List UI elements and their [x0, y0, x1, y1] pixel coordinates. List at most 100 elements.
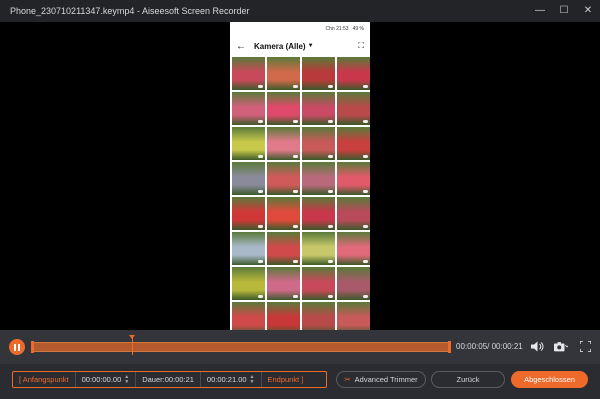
cloud-icon	[363, 85, 368, 88]
photo-thumbnail	[232, 232, 265, 265]
pause-button[interactable]	[9, 339, 25, 355]
cloud-icon	[328, 260, 333, 263]
timecode: 00:00:05/ 00:00:21	[456, 342, 523, 351]
cloud-icon	[328, 225, 333, 228]
trim-track[interactable]	[31, 341, 451, 353]
cloud-icon	[293, 85, 298, 88]
duration-field: Dauer:00:00:21	[136, 372, 201, 387]
cloud-icon	[363, 120, 368, 123]
cloud-icon	[328, 190, 333, 193]
minimize-icon[interactable]: —	[534, 4, 546, 16]
expand-icon: ⛶	[358, 41, 364, 50]
photo-thumbnail	[267, 162, 300, 195]
window-controls: — ☐ ✕	[534, 4, 594, 16]
trim-start-handle[interactable]	[31, 341, 34, 353]
trim-controls: [ Anfangspunkt 00:00:00.00 ▲ ▼ Dauer:00:0…	[0, 364, 600, 399]
end-time-field[interactable]: 00:00:21.00 ▲ ▼	[201, 372, 262, 387]
photo-thumbnail	[337, 232, 370, 265]
cloud-icon	[293, 155, 298, 158]
photo-grid	[230, 57, 370, 330]
dropdown-caret-icon: ▼	[307, 43, 314, 49]
photo-thumbnail	[232, 302, 265, 330]
back-button[interactable]: Zurück	[431, 371, 505, 388]
cloud-icon	[363, 260, 368, 263]
cloud-icon	[293, 225, 298, 228]
photo-thumbnail	[232, 267, 265, 300]
cloud-icon	[258, 190, 263, 193]
photo-thumbnail	[337, 302, 370, 330]
photo-thumbnail	[302, 267, 335, 300]
window-title: Phone_230710211347.keymp4 - Aiseesoft Sc…	[10, 6, 250, 16]
photo-thumbnail	[302, 57, 335, 90]
cloud-icon	[363, 190, 368, 193]
cloud-icon	[363, 155, 368, 158]
phone-screen: Chn 21:53 49 % ← Kamera (Alle) ▼ ⛶	[230, 22, 370, 330]
volume-icon[interactable]	[530, 339, 544, 353]
timeline-tools	[530, 339, 592, 353]
photo-thumbnail	[267, 197, 300, 230]
photo-thumbnail	[267, 267, 300, 300]
photo-thumbnail	[302, 197, 335, 230]
phone-status-bar: Chn 21:53 49 %	[230, 22, 370, 35]
close-icon[interactable]: ✕	[582, 4, 594, 16]
trim-time-group: [ Anfangspunkt 00:00:00.00 ▲ ▼ Dauer:00:0…	[12, 371, 327, 388]
cloud-icon	[328, 295, 333, 298]
photo-thumbnail	[232, 162, 265, 195]
photo-thumbnail	[302, 232, 335, 265]
cloud-icon	[258, 225, 263, 228]
photo-thumbnail	[337, 92, 370, 125]
cloud-icon	[363, 295, 368, 298]
start-time-field[interactable]: 00:00:00.00 ▲ ▼	[76, 372, 137, 387]
start-time-value: 00:00:00.00	[81, 375, 122, 384]
timeline-bar: 00:00:05/ 00:00:21	[0, 330, 600, 364]
cloud-icon	[258, 155, 263, 158]
cloud-icon	[328, 155, 333, 158]
cloud-icon	[328, 120, 333, 123]
photo-thumbnail	[302, 162, 335, 195]
title-bar: Phone_230710211347.keymp4 - Aiseesoft Sc…	[0, 0, 600, 22]
set-start-button[interactable]: [ Anfangspunkt	[13, 372, 76, 387]
cloud-icon	[258, 295, 263, 298]
advanced-trimmer-button[interactable]: ✂ Advanced Trimmer	[336, 371, 426, 388]
cloud-icon	[258, 85, 263, 88]
set-end-button[interactable]: Endpunkt ]	[262, 372, 310, 387]
fullscreen-icon[interactable]	[578, 339, 592, 353]
photo-thumbnail	[337, 197, 370, 230]
photo-thumbnail	[337, 267, 370, 300]
photo-thumbnail	[302, 92, 335, 125]
photo-thumbnail	[337, 127, 370, 160]
phone-battery: 49 %	[352, 25, 364, 32]
photo-thumbnail	[232, 197, 265, 230]
cloud-icon	[293, 190, 298, 193]
maximize-icon[interactable]: ☐	[558, 4, 570, 16]
photo-thumbnail	[232, 127, 265, 160]
photo-thumbnail	[232, 92, 265, 125]
scissors-icon: ✂	[344, 375, 351, 384]
photo-thumbnail	[232, 57, 265, 90]
phone-status: Chn 21:53	[325, 25, 349, 32]
playhead[interactable]	[129, 335, 136, 355]
gallery-app-bar: ← Kamera (Alle) ▼ ⛶	[230, 35, 370, 57]
photo-thumbnail	[302, 302, 335, 330]
video-preview: Chn 21:53 49 % ← Kamera (Alle) ▼ ⛶	[0, 22, 600, 330]
advanced-trimmer-label: Advanced Trimmer	[354, 375, 418, 384]
photo-thumbnail	[337, 162, 370, 195]
cloud-icon	[293, 120, 298, 123]
cloud-icon	[293, 295, 298, 298]
photo-thumbnail	[337, 57, 370, 90]
back-arrow-icon: ←	[236, 40, 246, 52]
photo-thumbnail	[302, 127, 335, 160]
cloud-icon	[363, 225, 368, 228]
camera-icon[interactable]	[554, 339, 568, 353]
end-time-stepper[interactable]: ▲ ▼	[250, 374, 255, 385]
photo-thumbnail	[267, 57, 300, 90]
start-time-stepper[interactable]: ▲ ▼	[124, 374, 129, 385]
photo-thumbnail	[267, 302, 300, 330]
cloud-icon	[328, 85, 333, 88]
trim-end-handle[interactable]	[448, 341, 451, 353]
finish-button[interactable]: Abgeschlossen	[511, 371, 588, 388]
end-time-value: 00:00:21.00	[206, 375, 247, 384]
photo-thumbnail	[267, 127, 300, 160]
photo-thumbnail	[267, 92, 300, 125]
photo-thumbnail	[267, 232, 300, 265]
